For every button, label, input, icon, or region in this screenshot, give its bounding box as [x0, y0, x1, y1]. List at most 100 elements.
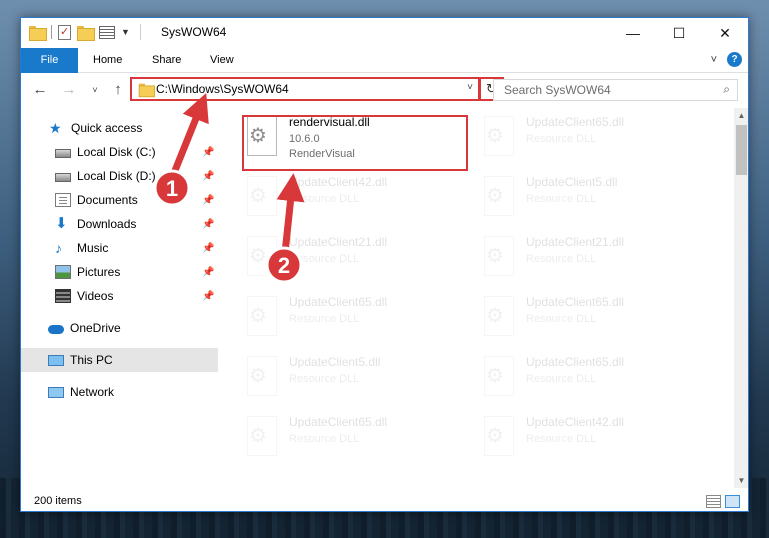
- sidebar-item-label: Network: [70, 385, 115, 399]
- sidebar-item-label: Documents: [77, 193, 138, 207]
- file-item[interactable]: UpdateClient21.dll Resource DLL: [478, 230, 706, 290]
- back-button[interactable]: ←: [30, 80, 50, 100]
- window-title: SysWOW64: [161, 25, 227, 39]
- dll-file-icon: [247, 176, 277, 216]
- help-icon[interactable]: ?: [727, 52, 742, 67]
- file-item[interactable]: UpdateClient42.dll Resource DLL: [241, 170, 469, 230]
- file-description: Resource DLL: [526, 193, 597, 205]
- details-view-icon[interactable]: [706, 495, 721, 508]
- tab-view[interactable]: View: [210, 48, 234, 73]
- pin-icon[interactable]: 📌: [202, 267, 214, 278]
- dll-file-icon: [247, 416, 277, 456]
- dll-file-icon: [484, 356, 514, 396]
- file-item[interactable]: UpdateClient65.dll Resource DLL: [241, 290, 469, 350]
- sidebar-item-quick-access[interactable]: ★ Quick access: [21, 116, 218, 140]
- file-description: Resource DLL: [289, 433, 360, 445]
- address-path[interactable]: C:\Windows\SysWOW64: [156, 82, 289, 96]
- navigation-bar: ← → ˅ ↑ C:\Windows\SysWOW64 ˅ ↻ Search S…: [21, 75, 748, 105]
- dll-file-icon: [247, 236, 277, 276]
- file-name: UpdateClient65.dll: [289, 415, 388, 429]
- pin-icon[interactable]: 📌: [202, 243, 214, 254]
- sidebar-item-videos[interactable]: Videos 📌: [21, 284, 218, 308]
- file-description: Resource DLL: [526, 253, 597, 265]
- videos-icon: [55, 289, 71, 303]
- pin-icon[interactable]: 📌: [202, 171, 214, 182]
- tab-file[interactable]: File: [21, 48, 78, 73]
- sidebar-item-label: Pictures: [77, 265, 121, 279]
- file-item[interactable]: UpdateClient42.dll Resource DLL: [478, 410, 706, 470]
- pin-icon[interactable]: 📌: [202, 219, 214, 230]
- recent-locations-button[interactable]: ˅: [85, 80, 105, 100]
- tab-home[interactable]: Home: [93, 48, 122, 73]
- sidebar-item-downloads[interactable]: ⬇ Downloads 📌: [21, 212, 218, 236]
- sidebar-item-local-disk-d[interactable]: Local Disk (D:) 📌: [21, 164, 218, 188]
- pin-icon[interactable]: 📌: [202, 147, 214, 158]
- vertical-scrollbar[interactable]: ▲ ▼: [734, 108, 748, 488]
- sidebar-item-documents[interactable]: Documents 📌: [21, 188, 218, 212]
- tab-share[interactable]: Share: [152, 48, 181, 73]
- search-icon[interactable]: ⌕: [723, 82, 730, 97]
- up-button[interactable]: ↑: [108, 80, 128, 100]
- address-dropdown-icon[interactable]: ˅: [467, 82, 473, 93]
- sidebar-item-label: Local Disk (C:): [77, 145, 156, 159]
- sidebar-item-pictures[interactable]: Pictures 📌: [21, 260, 218, 284]
- file-description: Resource DLL: [289, 193, 360, 205]
- pictures-icon: [55, 265, 71, 279]
- file-description: Resource DLL: [526, 133, 597, 145]
- view-icon[interactable]: [99, 25, 115, 39]
- dll-file-icon: [247, 356, 277, 396]
- search-placeholder[interactable]: Search SysWOW64: [504, 83, 611, 97]
- close-button[interactable]: ✕: [702, 18, 748, 48]
- scroll-down-icon[interactable]: ▼: [734, 473, 748, 488]
- file-item[interactable]: UpdateClient65.dll Resource DLL: [241, 410, 469, 470]
- file-name: UpdateClient21.dll: [526, 235, 625, 249]
- pin-icon[interactable]: 📌: [202, 291, 214, 302]
- large-icons-view-icon[interactable]: [725, 495, 740, 508]
- scroll-up-icon[interactable]: ▲: [734, 108, 748, 123]
- file-item[interactable]: UpdateClient65.dll Resource DLL: [478, 350, 706, 410]
- sidebar-item-label: Music: [77, 241, 109, 255]
- forward-button[interactable]: →: [59, 80, 79, 100]
- status-bar: 200 items: [21, 491, 748, 511]
- pin-icon[interactable]: 📌: [202, 195, 214, 206]
- file-name: UpdateClient21.dll: [289, 235, 388, 249]
- properties-icon[interactable]: [58, 24, 71, 40]
- expand-ribbon-icon[interactable]: ˅: [711, 54, 717, 66]
- drive-icon: [55, 148, 71, 158]
- customize-toolbar-icon[interactable]: ▼: [121, 27, 130, 37]
- dll-file-icon: [484, 296, 514, 336]
- explorer-window: ▼ SysWOW64 — ☐ ✕ File Home Share View ˅ …: [20, 17, 749, 512]
- search-box[interactable]: Search SysWOW64 ⌕: [493, 79, 738, 101]
- file-name: UpdateClient42.dll: [289, 175, 388, 189]
- sidebar-item-label: Quick access: [71, 121, 143, 135]
- network-icon: [48, 386, 64, 398]
- sidebar-item-onedrive[interactable]: OneDrive: [21, 316, 218, 340]
- dll-file-icon: [484, 236, 514, 276]
- title-separator: [139, 24, 141, 40]
- file-item[interactable]: UpdateClient5.dll Resource DLL: [478, 170, 706, 230]
- sidebar-item-local-disk-c[interactable]: Local Disk (C:) 📌: [21, 140, 218, 164]
- address-bar[interactable]: C:\Windows\SysWOW64 ˅: [130, 77, 480, 101]
- file-name: UpdateClient5.dll: [289, 355, 381, 369]
- sidebar-item-this-pc[interactable]: This PC: [21, 348, 218, 372]
- documents-icon: [55, 193, 71, 207]
- sidebar-item-music[interactable]: ♪ Music 📌: [21, 236, 218, 260]
- file-item[interactable]: UpdateClient65.dll Resource DLL: [478, 110, 706, 170]
- new-folder-icon[interactable]: [77, 25, 95, 41]
- file-name: UpdateClient65.dll: [289, 295, 388, 309]
- scroll-thumb[interactable]: [736, 125, 747, 175]
- file-description: Resource DLL: [289, 313, 360, 325]
- sidebar-item-label: Local Disk (D:): [77, 169, 156, 183]
- minimize-button[interactable]: —: [610, 18, 656, 48]
- sidebar-item-network[interactable]: Network: [21, 380, 218, 404]
- sidebar-item-label: OneDrive: [70, 321, 121, 335]
- title-bar: ▼ SysWOW64 — ☐ ✕: [21, 18, 748, 48]
- file-item[interactable]: UpdateClient65.dll Resource DLL: [478, 290, 706, 350]
- file-description: Resource DLL: [526, 313, 597, 325]
- maximize-button[interactable]: ☐: [656, 18, 702, 48]
- file-name: UpdateClient5.dll: [526, 175, 618, 189]
- dll-file-icon: [484, 416, 514, 456]
- file-item[interactable]: UpdateClient5.dll Resource DLL: [241, 350, 469, 410]
- file-item[interactable]: UpdateClient21.dll Resource DLL: [241, 230, 469, 290]
- navigation-pane: ★ Quick access Local Disk (C:) 📌 Local D…: [21, 108, 218, 488]
